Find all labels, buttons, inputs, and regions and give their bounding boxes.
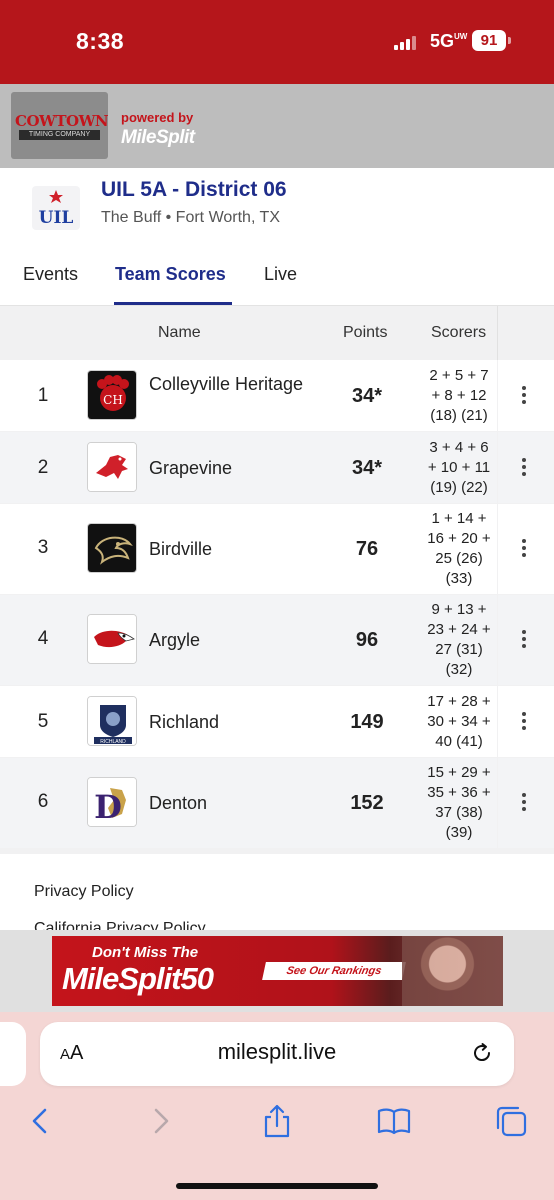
battery-icon: 91: [472, 30, 506, 51]
row-rank: 1: [37, 385, 49, 406]
powered-by-label: powered by: [121, 110, 194, 125]
svg-text:CH: CH: [103, 393, 123, 407]
reload-icon[interactable]: [470, 1041, 494, 1065]
team-points: 76: [355, 538, 379, 560]
network-type: 5G: [430, 31, 455, 51]
birdville-hawk-logo: [87, 523, 137, 573]
grapevine-mustang-logo: [87, 442, 137, 492]
back-icon[interactable]: [24, 1104, 58, 1138]
row-more-icon[interactable]: [516, 386, 532, 406]
team-scorers: 9 + 13 +23 + 24 +27 (31) (32): [427, 601, 491, 678]
ad-container: Don't Miss The MileSplit50 See Our Ranki…: [0, 930, 554, 1012]
row-rank: 6: [37, 791, 49, 812]
ad-top-line: Don't Miss The: [92, 944, 199, 961]
network-subtype: UW: [454, 32, 468, 41]
uil-logo-text: UIL: [39, 208, 74, 228]
team-name[interactable]: Colleyville Heritage: [149, 372, 329, 396]
page-settings-button[interactable]: AA: [60, 1042, 83, 1065]
team-points: 34*: [351, 457, 383, 479]
cellular-signal-icon: [394, 34, 418, 50]
header-scorers[interactable]: Scorers: [431, 324, 486, 342]
meet-tabs: Events Team Scores Live: [0, 250, 554, 306]
row-rank: 2: [37, 457, 49, 478]
cowtown-logo-subtext: TIMING COMPANY: [19, 130, 100, 140]
privacy-policy-link[interactable]: Privacy Policy: [34, 883, 134, 901]
tab-events[interactable]: Events: [23, 264, 78, 285]
ad-headline: MileSplit50: [62, 961, 214, 996]
meet-header: UIL UIL 5A - District 06 The Buff • Fort…: [0, 168, 554, 250]
table-header: Name Points Scorers: [0, 306, 554, 360]
row-more-icon[interactable]: [516, 712, 532, 732]
tabs-icon[interactable]: [494, 1104, 528, 1138]
team-scores-table: Name Points Scorers 1 CH Colleyville Her…: [0, 306, 554, 854]
meet-location: The Buff • Fort Worth, TX: [101, 209, 280, 226]
row-rank: 5: [37, 711, 49, 732]
colleyville-heritage-logo: CH: [87, 370, 137, 420]
team-name[interactable]: Birdville: [149, 537, 329, 561]
header-points[interactable]: Points: [343, 324, 387, 342]
tab-team-scores[interactable]: Team Scores: [115, 264, 226, 285]
bookmarks-icon[interactable]: [377, 1104, 411, 1138]
team-name[interactable]: Grapevine: [149, 456, 329, 480]
sponsor-header: COWTOWN TIMING COMPANY: [0, 84, 554, 168]
team-scorers: 15 + 29 +35 + 36 +37 (38) (39): [427, 764, 491, 841]
aa-small-letter: A: [60, 1046, 71, 1063]
battery-nub-icon: [508, 37, 511, 44]
row-more-icon[interactable]: [516, 458, 532, 478]
row-more-icon[interactable]: [516, 630, 532, 650]
milesplit-logo[interactable]: MileSplit: [121, 127, 195, 149]
team-points: 34*: [351, 385, 383, 407]
cowtown-timing-logo[interactable]: COWTOWN TIMING COMPANY: [11, 92, 109, 159]
row-rank: 3: [37, 537, 49, 558]
share-icon[interactable]: [260, 1104, 294, 1138]
team-scorers: 1 + 14 +16 + 20 +25 (26) (33): [427, 510, 491, 587]
row-more-icon[interactable]: [516, 539, 532, 559]
meet-title: UIL 5A - District 06: [101, 178, 287, 201]
argyle-eagle-logo: [87, 614, 137, 664]
team-scorers: 3 + 4 + 6 + 10 + 11 (19) (22): [427, 439, 491, 496]
tab-live[interactable]: Live: [264, 264, 297, 285]
forward-icon[interactable]: [143, 1104, 177, 1138]
table-row[interactable]: 2 Grapevine 34* 3 + 4 + 6 + 10 + 11 (19) (…: [0, 432, 554, 503]
california-privacy-link[interactable]: California Privacy Policy: [34, 920, 206, 930]
ad-cta-button[interactable]: See Our Rankings: [262, 962, 406, 980]
milesplit50-ad-banner[interactable]: Don't Miss The MileSplit50 See Our Ranki…: [52, 936, 503, 1006]
url-display[interactable]: milesplit.live: [180, 1039, 374, 1065]
header-divider: [497, 306, 498, 360]
battery-level: 91: [480, 32, 498, 49]
team-points: 149: [350, 711, 384, 733]
table-row[interactable]: 1 CH Colleyville Heritage 34* 2 + 5 + 7 +…: [0, 360, 554, 431]
team-scorers: 2 + 5 + 7 + 8 + 12 (18) (21): [429, 367, 489, 424]
table-row[interactable]: 4 Argyle 96 9 + 13 +23 + 24 +27 (31) (32): [0, 595, 554, 685]
table-row[interactable]: 6 D Denton 152 15 + 29 +35 + 36 +37 (38)…: [0, 758, 554, 848]
denton-broncos-logo: D: [87, 777, 137, 827]
page-root: 8:38 5G UW 91 COWTOWN TIMING COMPANY pow…: [0, 0, 554, 1200]
active-tab-indicator: [114, 302, 232, 305]
team-points: 152: [350, 792, 384, 814]
team-name[interactable]: Denton: [149, 791, 329, 815]
cowtown-logo-word: COWTOWN: [15, 112, 109, 130]
aa-large-letter: A: [70, 1042, 84, 1064]
uil-logo: UIL: [32, 186, 80, 230]
svg-text:RICHLAND: RICHLAND: [100, 739, 126, 745]
row-more-icon[interactable]: [516, 793, 532, 813]
team-points: 96: [355, 629, 379, 651]
status-time: 8:38: [76, 28, 125, 54]
svg-text:D: D: [94, 788, 122, 826]
status-bar: 8:38 5G UW 91: [0, 0, 554, 84]
table-row[interactable]: 3 Birdville 76 1 + 14 +16 + 20 +25 (26)(…: [0, 504, 554, 594]
footer: Privacy Policy California Privacy Policy: [0, 854, 554, 930]
richland-royals-logo: RICHLAND: [87, 696, 137, 746]
table-row[interactable]: 5 RICHLAND Richland 149 17 + 28 +30 + 34…: [0, 686, 554, 757]
home-indicator: [176, 1183, 378, 1189]
team-name[interactable]: Argyle: [149, 628, 329, 652]
team-name[interactable]: Richland: [149, 710, 329, 734]
runner-photo: [402, 936, 503, 1006]
header-name[interactable]: Name: [158, 324, 201, 342]
team-scorers: 17 + 28 +30 + 34 +40 (41): [427, 693, 491, 750]
row-rank: 4: [37, 628, 49, 649]
previous-tab-card[interactable]: [0, 1022, 26, 1086]
